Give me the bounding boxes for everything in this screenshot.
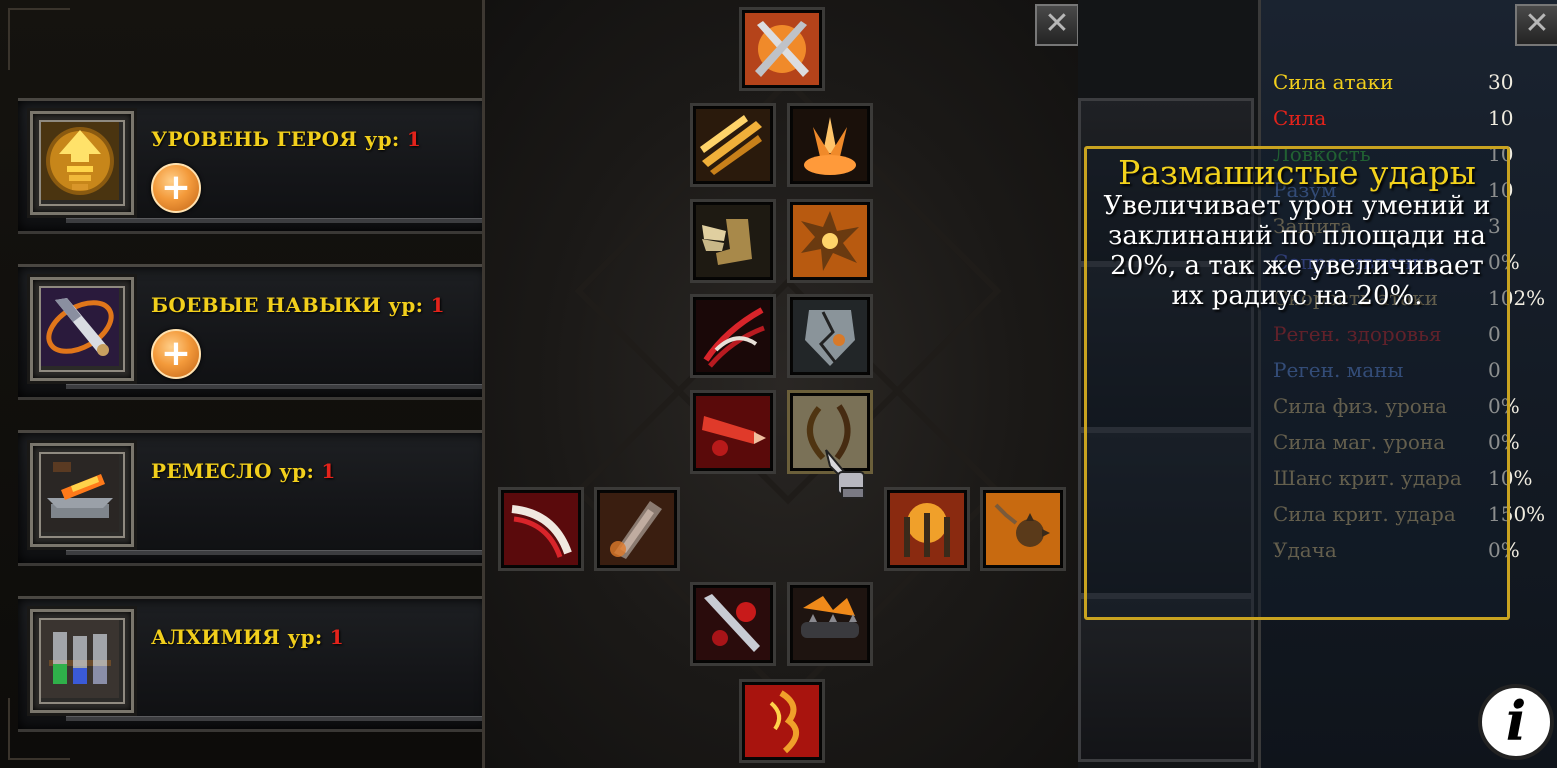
level-label: ур: bbox=[364, 127, 400, 151]
level-value: 1 bbox=[329, 625, 344, 649]
skill-node-flying-blades[interactable] bbox=[690, 103, 776, 187]
close-icon[interactable]: ✕ bbox=[1035, 4, 1079, 46]
stat-value: 10 bbox=[1488, 106, 1514, 130]
stat-value: 30 bbox=[1488, 70, 1514, 94]
skill-node-heavy-blade[interactable] bbox=[594, 487, 680, 571]
skill-tree-panel: ✕ bbox=[482, 0, 1084, 768]
skill-node-bleeding-strike[interactable] bbox=[690, 390, 776, 474]
level-label: ур: bbox=[287, 625, 323, 649]
flaming-spiked-club-icon bbox=[793, 588, 867, 660]
skill-node-bloody-claw[interactable] bbox=[690, 294, 776, 378]
crossed-swords-icon bbox=[745, 13, 819, 85]
skill-category-title: БОЕВЫЕ НАВЫКИ ур: 1 bbox=[151, 293, 445, 317]
tooltip-title: Размашистые удары bbox=[1118, 153, 1476, 192]
heavy-blade-icon bbox=[600, 493, 674, 565]
flaming-mace-icon bbox=[986, 493, 1060, 565]
triple-daggers-icon bbox=[890, 493, 964, 565]
row-divider bbox=[66, 384, 488, 389]
skill-category-title: РЕМЕСЛО ур: 1 bbox=[151, 459, 336, 483]
winged-boot-icon bbox=[696, 205, 770, 277]
category-name: РЕМЕСЛО bbox=[151, 459, 272, 483]
upgrade-plus-button[interactable]: + bbox=[151, 329, 201, 379]
skill-category-combat-skills[interactable]: БОЕВЫЕ НАВЫКИ ур: 1 + bbox=[18, 264, 488, 400]
stats-row-frame bbox=[1078, 596, 1254, 762]
skill-node-rage-face[interactable] bbox=[739, 679, 825, 763]
plus-icon: + bbox=[160, 333, 192, 374]
hero-level-arrow-icon bbox=[30, 111, 134, 215]
flying-blades-icon bbox=[696, 109, 770, 181]
frame-corner-ornament bbox=[8, 8, 70, 70]
skill-node-triple-daggers[interactable] bbox=[884, 487, 970, 571]
skill-tooltip: Размашистые удары Увеличивает урон умени… bbox=[1084, 146, 1510, 620]
skill-node-cracked-armor[interactable] bbox=[787, 294, 873, 378]
bleeding-sword-icon bbox=[696, 588, 770, 660]
category-name: УРОВЕНЬ ГЕРОЯ bbox=[151, 127, 358, 151]
spiked-explosion-icon bbox=[793, 205, 867, 277]
level-value: 1 bbox=[430, 293, 445, 317]
cracked-armor-icon bbox=[793, 300, 867, 372]
skill-category-hero-level[interactable]: УРОВЕНЬ ГЕРОЯ ур: 1 + bbox=[18, 98, 488, 234]
level-value: 1 bbox=[406, 127, 422, 151]
stat-row: Сила атаки 30 bbox=[1273, 67, 1553, 97]
bleeding-strike-icon bbox=[696, 396, 770, 468]
skill-node-spiked-explosion[interactable] bbox=[787, 199, 873, 283]
stat-row: Сила 10 bbox=[1273, 103, 1553, 133]
skill-category-alchemy[interactable]: АЛХИМИЯ ур: 1 bbox=[18, 596, 488, 732]
stat-name: Сила атаки bbox=[1273, 70, 1394, 94]
row-divider bbox=[66, 550, 488, 555]
category-name: БОЕВЫЕ НАВЫКИ bbox=[151, 293, 382, 317]
skill-categories-panel: УРОВЕНЬ ГЕРОЯ ур: 1 + БОЕВЫЕ НАВЫКИ ур: … bbox=[0, 0, 488, 768]
level-value: 1 bbox=[321, 459, 336, 483]
skill-node-winged-boot[interactable] bbox=[690, 199, 776, 283]
skill-node-flaming-spiked-club[interactable] bbox=[787, 582, 873, 666]
plus-icon: + bbox=[160, 167, 192, 208]
blood-slash-icon bbox=[504, 493, 578, 565]
category-name: АЛХИМИЯ bbox=[151, 625, 281, 649]
tooltip-description: Увеличивает урон умений и заклинаний по … bbox=[1103, 191, 1491, 311]
skill-node-bleeding-sword[interactable] bbox=[690, 582, 776, 666]
skill-node-blood-slash[interactable] bbox=[498, 487, 584, 571]
level-label: ур: bbox=[279, 459, 315, 483]
level-label: ур: bbox=[388, 293, 424, 317]
bloody-claw-icon bbox=[696, 300, 770, 372]
rage-face-icon bbox=[745, 685, 819, 757]
combat-skills-sword-icon bbox=[30, 277, 134, 381]
close-icon[interactable]: ✕ bbox=[1515, 4, 1557, 46]
skill-category-crafting[interactable]: РЕМЕСЛО ур: 1 bbox=[18, 430, 488, 566]
skill-node-flaming-mace[interactable] bbox=[980, 487, 1066, 571]
skill-node-crossed-swords[interactable] bbox=[739, 7, 825, 91]
crafting-anvil-icon bbox=[30, 443, 134, 547]
skill-node-fire-burst[interactable] bbox=[787, 103, 873, 187]
row-divider bbox=[66, 716, 488, 721]
info-icon[interactable]: i bbox=[1478, 684, 1554, 760]
skill-category-title: АЛХИМИЯ ур: 1 bbox=[151, 625, 344, 649]
fire-burst-icon bbox=[793, 109, 867, 181]
upgrade-plus-button[interactable]: + bbox=[151, 163, 201, 213]
stat-name: Сила bbox=[1273, 106, 1327, 130]
gauntlet-cursor-icon bbox=[825, 449, 865, 499]
alchemy-flasks-icon bbox=[30, 609, 134, 713]
skill-category-title: УРОВЕНЬ ГЕРОЯ ур: 1 bbox=[151, 127, 421, 151]
row-divider bbox=[66, 218, 488, 223]
